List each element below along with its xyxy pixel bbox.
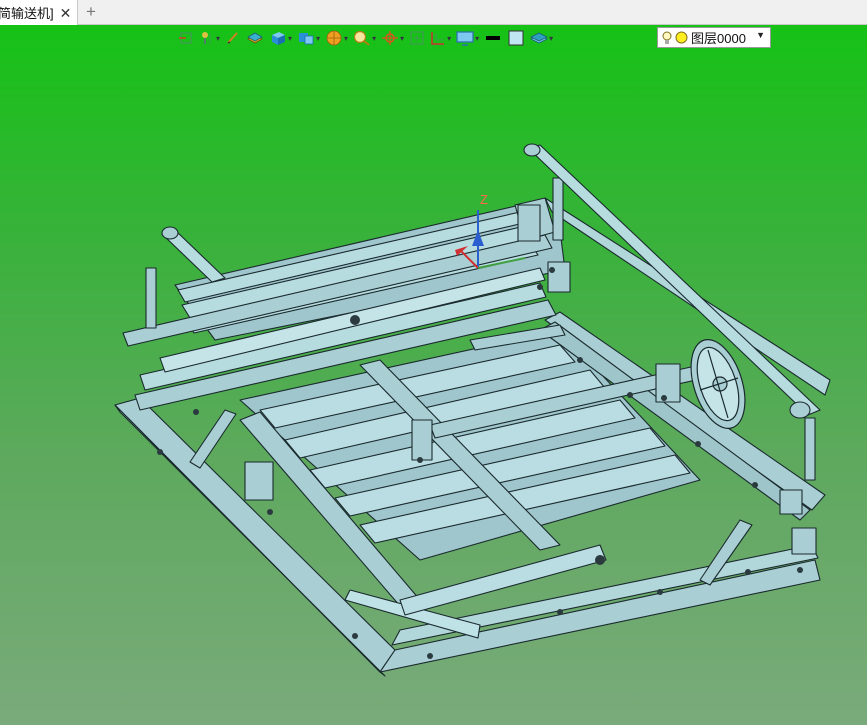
section-tool-icon [431, 32, 445, 45]
pen-tool-icon [227, 32, 238, 44]
document-tab-title: 简输送机] [0, 6, 54, 21]
fit-tool-icon [410, 31, 424, 45]
color-swatch-icon [508, 30, 524, 46]
chevron-down-icon[interactable]: ▾ [549, 34, 553, 43]
display-tool-button[interactable]: ▾ [456, 28, 479, 48]
chevron-down-icon[interactable]: ▾ [475, 34, 479, 43]
3d-viewport[interactable]: Z [0, 25, 867, 725]
z-axis-label: Z [480, 192, 488, 207]
box-tool-icon [272, 32, 286, 45]
conveyor-model[interactable]: Z [0, 25, 867, 725]
zoom-tool-icon [353, 30, 370, 46]
axis-tool-icon [382, 31, 399, 45]
layer-name: 图层0000 [691, 31, 746, 46]
view-tool-icon [299, 33, 314, 45]
render-tool-icon [326, 30, 342, 46]
tab-bar: 简输送机] ✕ + [0, 0, 867, 25]
render-tool-button[interactable]: ▾ [325, 28, 348, 48]
move-tool-button[interactable] [178, 28, 194, 48]
zoom-tool-button[interactable]: ▾ [353, 28, 376, 48]
line-style-button[interactable] [484, 28, 502, 48]
section-tool-button[interactable]: ▾ [430, 28, 451, 48]
pin-tool-icon [202, 32, 211, 44]
layer-color-icon [675, 31, 688, 44]
chevron-down-icon[interactable]: ▾ [400, 34, 404, 43]
box-tool-button[interactable]: ▾ [269, 28, 292, 48]
stack-tool-button[interactable]: ▾ [530, 28, 553, 48]
color-swatch-button[interactable] [507, 28, 525, 48]
stack-tool-icon [530, 32, 549, 44]
chevron-down-icon[interactable]: ▾ [216, 34, 220, 43]
chevron-down-icon[interactable]: ▾ [344, 34, 348, 43]
layer-tool-button[interactable] [246, 28, 264, 48]
add-tab-icon[interactable]: + [86, 2, 96, 22]
close-icon[interactable]: ✕ [60, 6, 72, 20]
lightbulb-icon[interactable] [662, 30, 672, 46]
fit-tool-button[interactable] [409, 28, 425, 48]
chevron-down-icon[interactable]: ▾ [372, 34, 376, 43]
dropdown-arrow-icon[interactable]: ▼ [756, 30, 765, 40]
move-tool-icon [179, 32, 192, 44]
line-style-icon [486, 36, 501, 40]
chevron-down-icon[interactable]: ▾ [447, 34, 451, 43]
chevron-down-icon[interactable]: ▾ [316, 34, 320, 43]
view-toolbar: ▾ ▾ ▾ ▾ ▾ ▾ ▾ ▾ ▾ [178, 27, 558, 49]
display-tool-icon [456, 31, 474, 46]
axis-tool-button[interactable]: ▾ [381, 28, 404, 48]
layer-dropdown[interactable]: 图层0000 ▼ [657, 27, 771, 48]
view-tool-button[interactable]: ▾ [297, 28, 320, 48]
layer-tool-icon [247, 32, 263, 44]
pin-tool-button[interactable]: ▾ [199, 28, 220, 48]
chevron-down-icon[interactable]: ▾ [288, 34, 292, 43]
document-tab[interactable]: 简输送机] ✕ [0, 0, 78, 25]
pen-tool-button[interactable] [225, 28, 241, 48]
